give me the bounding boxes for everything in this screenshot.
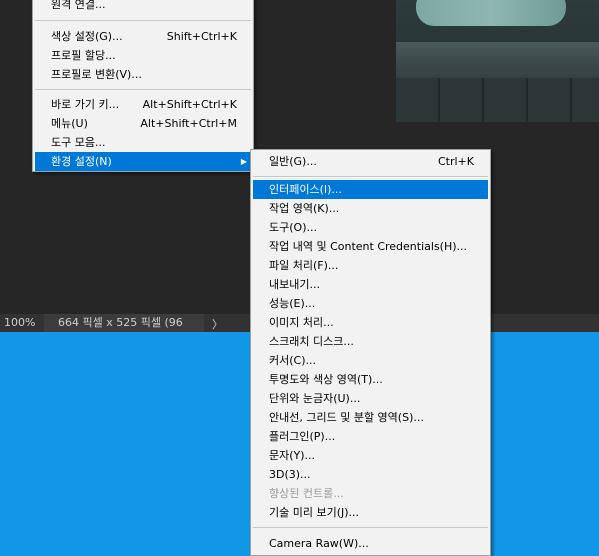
menu-item-label: 문자(Y)...	[269, 449, 316, 462]
menu-item-keyboard-shortcuts[interactable]: 바로 가기 키... Alt+Shift+Ctrl+K	[35, 95, 251, 114]
menu-item-export[interactable]: 내보내기...	[253, 275, 488, 294]
menu-item-shortcut: Shift+Ctrl+K	[166, 30, 237, 43]
menu-item-shortcut: Alt+Shift+Ctrl+K	[142, 98, 237, 111]
menu-item-interface[interactable]: 인터페이스(I)...	[253, 180, 488, 199]
menu-item-label: 바로 가기 키...	[51, 98, 120, 111]
menu-item-label: 원격 연결...	[51, 0, 106, 11]
zoom-level[interactable]: 100%	[4, 316, 35, 329]
menu-item-plugins[interactable]: 플러그인(P)...	[253, 427, 488, 446]
menu-item-label: 단위와 눈금자(U)...	[269, 392, 361, 405]
menu-item-general[interactable]: 일반(G)... Ctrl+K	[253, 152, 488, 171]
edit-menu: 원격 연결... 색상 설정(G)... Shift+Ctrl+K 프로필 할당…	[32, 0, 254, 172]
menu-item-label: 커서(C)...	[269, 354, 316, 367]
menu-item-tools[interactable]: 도구(O)...	[253, 218, 488, 237]
menu-item-cursors[interactable]: 커서(C)...	[253, 351, 488, 370]
menu-item-guides-grid-slices[interactable]: 안내선, 그리드 및 분할 영역(S)...	[253, 408, 488, 427]
menu-item-label: 성능(E)...	[269, 297, 316, 310]
menu-item-label: 일반(G)...	[269, 155, 317, 168]
menu-item-label: 도구(O)...	[269, 221, 317, 234]
menu-item-label: 인터페이스(I)...	[269, 183, 342, 196]
submenu-arrow-icon: ▶	[240, 157, 247, 166]
menu-item-label: 도구 모음...	[51, 136, 106, 149]
menu-item-label: 색상 설정(G)...	[51, 30, 123, 43]
menu-item-image-processing[interactable]: 이미지 처리...	[253, 313, 488, 332]
menu-item-label: 플러그인(P)...	[269, 430, 336, 443]
menu-item-assign-profile[interactable]: 프로필 할당...	[35, 46, 251, 65]
menu-item-workspace[interactable]: 작업 영역(K)...	[253, 199, 488, 218]
menu-item-label: 메뉴(U)	[51, 117, 88, 130]
menu-item-color-settings[interactable]: 색상 설정(G)... Shift+Ctrl+K	[35, 27, 251, 46]
status-menu-arrow-icon[interactable]: 〉	[212, 316, 223, 332]
photo-wall	[396, 42, 599, 72]
menu-item-convert-profile[interactable]: 프로필로 변환(V)...	[35, 65, 251, 84]
menu-separator	[253, 527, 488, 528]
preferences-submenu: 일반(G)... Ctrl+K 인터페이스(I)... 작업 영역(K)... …	[250, 149, 491, 556]
menu-item-toolbar[interactable]: 도구 모음...	[35, 133, 251, 152]
menu-item-3d[interactable]: 3D(3)...	[253, 465, 488, 484]
menu-item-label: 환경 설정(N)	[51, 155, 112, 168]
menu-item-label: 프로필 할당...	[51, 49, 116, 62]
menu-item-label: 투명도와 색상 영역(T)...	[269, 373, 383, 386]
menu-item-transparency-gamut[interactable]: 투명도와 색상 영역(T)...	[253, 370, 488, 389]
menu-separator	[35, 89, 251, 90]
menu-item-shortcut: Ctrl+K	[437, 155, 474, 168]
menu-item-label: 파일 처리(F)...	[269, 259, 339, 272]
menu-item-camera-raw[interactable]: Camera Raw(W)...	[253, 534, 488, 553]
menu-item-preferences[interactable]: 환경 설정(N) ▶	[35, 152, 251, 171]
menu-separator	[35, 20, 251, 21]
menu-item-label: 이미지 처리...	[269, 316, 334, 329]
menu-item-label: 3D(3)...	[269, 468, 311, 481]
menu-item-remote-connect[interactable]: 원격 연결...	[35, 0, 251, 14]
menu-item-label: 내보내기...	[269, 278, 320, 291]
menu-item-enhanced-controls: 향상된 컨트롤...	[253, 484, 488, 503]
menu-item-label: 향상된 컨트롤...	[269, 487, 344, 500]
menu-item-label: 작업 내역 및 Content Credentials(H)...	[269, 240, 468, 253]
menu-item-label: 기술 미리 보기(J)...	[269, 506, 360, 519]
menu-item-label: 안내선, 그리드 및 분할 영역(S)...	[269, 411, 424, 424]
menu-item-label: Camera Raw(W)...	[269, 537, 369, 550]
photo-stones	[396, 78, 599, 122]
menu-item-performance[interactable]: 성능(E)...	[253, 294, 488, 313]
document-info: 664 픽셀 x 525 픽셀 (96 ppi)	[44, 314, 204, 347]
menu-item-label: 스크래치 디스크...	[269, 335, 354, 348]
document-canvas-image[interactable]	[396, 0, 599, 122]
menu-item-shortcut: Alt+Shift+Ctrl+M	[140, 117, 237, 130]
photo-figure	[416, 0, 566, 26]
menu-item-scratch-disks[interactable]: 스크래치 디스크...	[253, 332, 488, 351]
menu-item-technology-previews[interactable]: 기술 미리 보기(J)...	[253, 503, 488, 522]
menu-item-history-content-credentials[interactable]: 작업 내역 및 Content Credentials(H)...	[253, 237, 488, 256]
menu-item-label: 작업 영역(K)...	[269, 202, 340, 215]
menu-item-label: 프로필로 변환(V)...	[51, 68, 142, 81]
menu-item-type[interactable]: 문자(Y)...	[253, 446, 488, 465]
menu-item-file-handling[interactable]: 파일 처리(F)...	[253, 256, 488, 275]
menu-separator	[253, 176, 488, 177]
menu-item-menus[interactable]: 메뉴(U) Alt+Shift+Ctrl+M	[35, 114, 251, 133]
menu-item-units-rulers[interactable]: 단위와 눈금자(U)...	[253, 389, 488, 408]
